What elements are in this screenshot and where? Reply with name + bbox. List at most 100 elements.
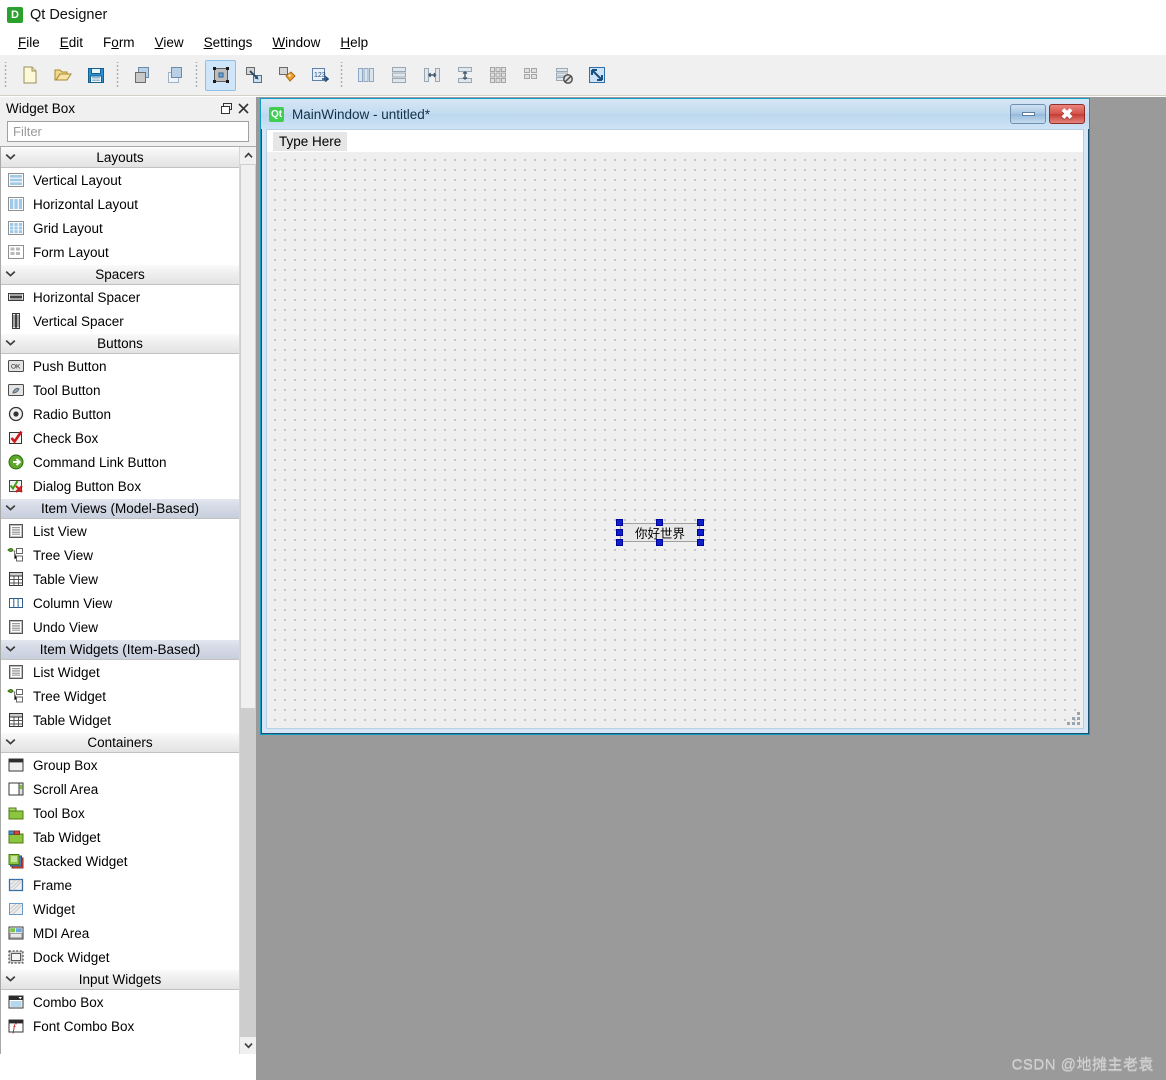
category-header-buttons[interactable]: Buttons <box>1 333 239 354</box>
layout-grid-button[interactable] <box>482 60 513 91</box>
menu-edit[interactable]: Edit <box>50 32 93 53</box>
widget-item-scroll-area[interactable]: Scroll Area <box>1 777 239 801</box>
widget-item-stacked-widget[interactable]: Stacked Widget <box>1 849 239 873</box>
widget-item-tree-widget[interactable]: Tree Widget <box>1 684 239 708</box>
form-menubar[interactable]: Type Here <box>267 130 1083 152</box>
resize-handle-s[interactable] <box>656 539 663 546</box>
check-box-icon <box>5 429 27 447</box>
toolbar-drag-handle[interactable] <box>3 62 10 88</box>
widget-item-horizontal-spacer[interactable]: Horizontal Spacer <box>1 285 239 309</box>
widget-item-tab-widget[interactable]: Tab Widget <box>1 825 239 849</box>
watermark: CSDN @地摊主老袁 <box>1011 1056 1154 1073</box>
selected-widget[interactable]: 你好世界 <box>616 519 704 546</box>
widget-item-form-layout[interactable]: Form Layout <box>1 240 239 264</box>
resize-handle-e[interactable] <box>697 529 704 536</box>
widget-item-tool-button[interactable]: Tool Button <box>1 378 239 402</box>
widget-item-undo-view[interactable]: Undo View <box>1 615 239 639</box>
widget-item-check-box[interactable]: Check Box <box>1 426 239 450</box>
widget-item-radio-button[interactable]: Radio Button <box>1 402 239 426</box>
menu-placeholder[interactable]: Type Here <box>273 131 348 151</box>
widget-item-widget[interactable]: Widget <box>1 897 239 921</box>
widget-item-grid-layout[interactable]: Grid Layout <box>1 216 239 240</box>
widget-item-dock-widget[interactable]: Dock Widget <box>1 945 239 969</box>
category-header-item-widgets-item-based[interactable]: Item Widgets (Item-Based) <box>1 639 239 660</box>
edit-signals-slots-button[interactable] <box>238 60 269 91</box>
widget-item-push-button[interactable]: OK Push Button <box>1 354 239 378</box>
group-box-icon <box>5 756 27 774</box>
layout-splitter-vertical-button[interactable] <box>449 60 480 91</box>
menu-file[interactable]: File <box>8 32 50 53</box>
close-button[interactable]: ✖ <box>1049 104 1085 124</box>
widget-item-tool-box[interactable]: Tool Box <box>1 801 239 825</box>
toolbar-drag-handle[interactable] <box>115 62 122 88</box>
minimize-button[interactable] <box>1010 104 1046 124</box>
open-form-button[interactable] <box>47 60 78 91</box>
widget-item-tree-view[interactable]: Tree View <box>1 543 239 567</box>
resize-handle-ne[interactable] <box>697 519 704 526</box>
category-header-spacers[interactable]: Spacers <box>1 264 239 285</box>
chevron-up-icon[interactable] <box>240 147 256 164</box>
column-view-icon <box>5 594 27 612</box>
widget-item-command-link-button[interactable]: Command Link Button <box>1 450 239 474</box>
widget-item-list-widget[interactable]: List Widget <box>1 660 239 684</box>
resize-handle-w[interactable] <box>616 529 623 536</box>
widget-item-vertical-spacer[interactable]: Vertical Spacer <box>1 309 239 333</box>
category-header-containers[interactable]: Containers <box>1 732 239 753</box>
layout-vertically-button[interactable] <box>383 60 414 91</box>
menu-settings[interactable]: Settings <box>194 32 263 53</box>
toolbar-drag-handle[interactable] <box>194 62 201 88</box>
category-header-item-views-model-based[interactable]: Item Views (Model-Based) <box>1 498 239 519</box>
layout-grid-icon <box>489 66 507 84</box>
scrollbar-track[interactable] <box>240 164 256 1037</box>
adjust-size-button[interactable] <box>581 60 612 91</box>
new-form-button[interactable] <box>14 60 45 91</box>
break-layout-button[interactable] <box>548 60 579 91</box>
widget-item-vertical-layout[interactable]: Vertical Layout <box>1 168 239 192</box>
undo-button[interactable] <box>126 60 157 91</box>
form-editor-area[interactable]: Qt MainWindow - untitled* ✖ Type Here 你好… <box>256 97 1166 1080</box>
category-header-input-widgets[interactable]: Input Widgets <box>1 969 239 990</box>
scrollbar-thumb[interactable] <box>240 164 256 709</box>
form-window-titlebar[interactable]: Qt MainWindow - untitled* ✖ <box>261 99 1089 129</box>
widget-item-table-widget[interactable]: Table Widget <box>1 708 239 732</box>
toolbar-drag-handle[interactable] <box>339 62 346 88</box>
form-canvas[interactable]: 你好世界 <box>267 152 1083 728</box>
chevron-down-icon[interactable] <box>240 1037 256 1054</box>
layout-splitter-horizontal-button[interactable] <box>416 60 447 91</box>
edit-tab-order-button[interactable]: 123 <box>304 60 335 91</box>
widget-item-group-box[interactable]: Group Box <box>1 753 239 777</box>
widget-item-combo-box[interactable]: Combo Box <box>1 990 239 1014</box>
float-dock-icon[interactable] <box>218 100 235 117</box>
widget-item-dialog-button-box[interactable]: Dialog Button Box <box>1 474 239 498</box>
resize-handle-n[interactable] <box>656 519 663 526</box>
resize-handle-se[interactable] <box>697 539 704 546</box>
break-layout-icon <box>555 66 573 84</box>
menu-help[interactable]: Help <box>330 32 378 53</box>
resize-handle-nw[interactable] <box>616 519 623 526</box>
widget-box-scrollbar[interactable] <box>239 147 256 1054</box>
edit-widgets-button[interactable] <box>205 59 236 91</box>
category-header-layouts[interactable]: Layouts <box>1 147 239 168</box>
widget-item-frame[interactable]: Frame <box>1 873 239 897</box>
menu-window[interactable]: Window <box>262 32 330 53</box>
menu-view[interactable]: View <box>145 32 194 53</box>
widget-item-label: Group Box <box>33 757 98 773</box>
widget-item-column-view[interactable]: Column View <box>1 591 239 615</box>
layout-form-button[interactable] <box>515 60 546 91</box>
form-resize-grip[interactable] <box>1067 712 1080 725</box>
widget-item-font-combo-box[interactable]: f Font Combo Box <box>1 1014 239 1038</box>
widget-item-table-view[interactable]: Table View <box>1 567 239 591</box>
minimize-icon <box>1021 112 1035 116</box>
layout-horizontally-button[interactable] <box>350 60 381 91</box>
resize-handle-sw[interactable] <box>616 539 623 546</box>
close-icon[interactable] <box>235 100 252 117</box>
save-form-button[interactable] <box>80 60 111 91</box>
edit-buddies-button[interactable] <box>271 60 302 91</box>
menu-form[interactable]: Form <box>93 32 145 53</box>
search-input[interactable] <box>7 121 249 142</box>
form-window[interactable]: Qt MainWindow - untitled* ✖ Type Here 你好… <box>260 98 1090 735</box>
widget-item-mdi-area[interactable]: MDI Area <box>1 921 239 945</box>
redo-button[interactable] <box>159 60 190 91</box>
widget-item-horizontal-layout[interactable]: Horizontal Layout <box>1 192 239 216</box>
widget-item-list-view[interactable]: List View <box>1 519 239 543</box>
